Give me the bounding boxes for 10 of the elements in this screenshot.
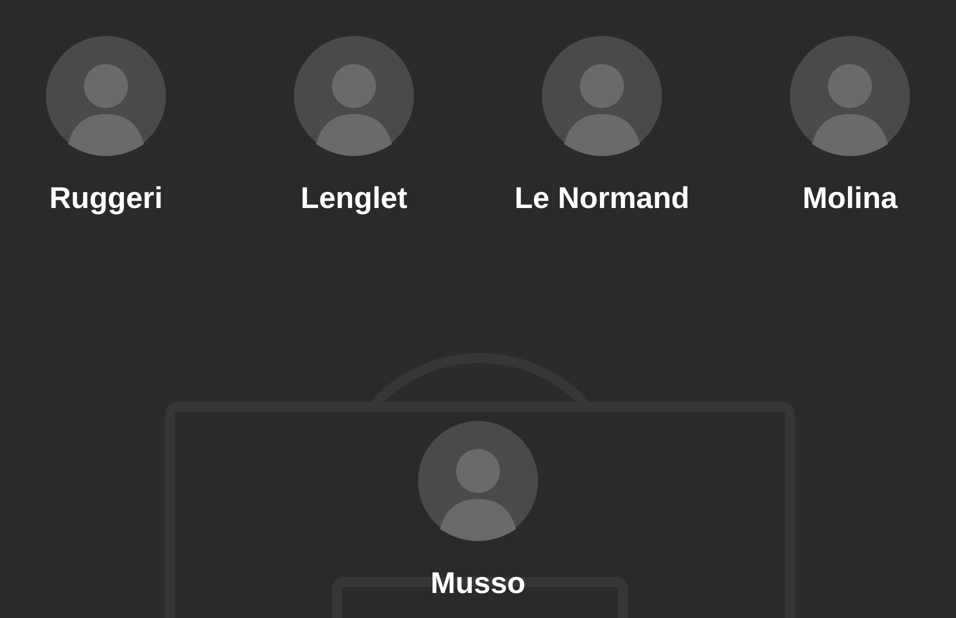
avatar-icon (418, 421, 538, 541)
player-name: Lenglet (300, 182, 408, 216)
avatar-icon (294, 36, 414, 156)
avatar-icon (46, 36, 166, 156)
player-name: Molina (802, 182, 898, 216)
player-name: Ruggeri (49, 182, 163, 216)
player-name: Le Normand (514, 182, 690, 216)
avatar-icon (790, 36, 910, 156)
avatar-icon (542, 36, 662, 156)
player-name: Musso (430, 567, 526, 601)
